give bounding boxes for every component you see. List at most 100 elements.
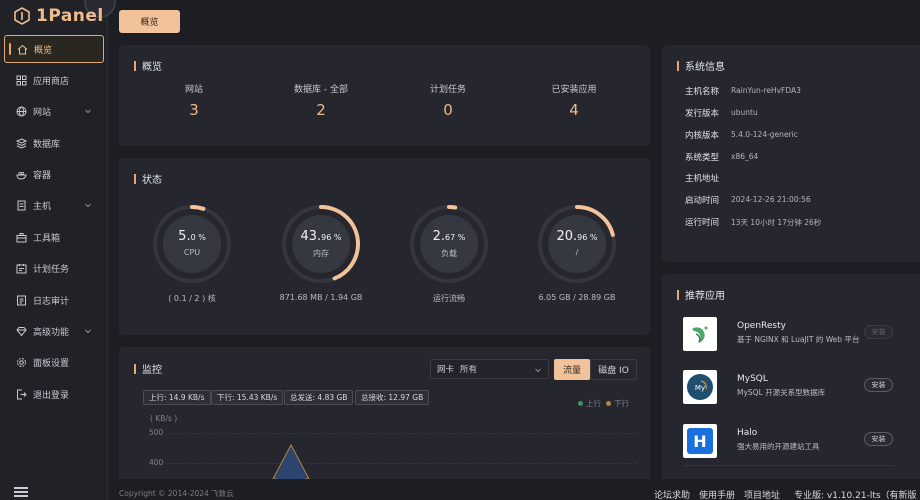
log-icon <box>16 295 27 306</box>
gauge-value: 20.96 % <box>556 229 598 244</box>
y-tick-label: 500 <box>149 428 164 437</box>
app-item-openresty: OpenResty 基于 NGINX 和 LuaJIT 的 Web 平台 安装 <box>683 317 895 357</box>
status-title: 状态 <box>134 171 162 186</box>
overview-databases[interactable]: 数据库 - 全部 2 <box>271 82 371 119</box>
legend-dot <box>606 401 611 406</box>
sidebar-item-toolbox[interactable]: 工具箱 <box>4 223 104 251</box>
download-speed-tag: 下行: 15.43 KB/s <box>211 390 284 405</box>
logo[interactable]: 1Panel <box>14 3 104 29</box>
sidebar-item-settings[interactable]: 面板设置 <box>4 349 104 377</box>
install-button[interactable]: 安装 <box>864 325 893 339</box>
sidebar-item-label: 网站 <box>33 108 52 119</box>
chevron-down-icon <box>84 201 92 209</box>
footer-link-project[interactable]: 项目地址 <box>744 488 780 500</box>
install-button[interactable]: 安装 <box>864 378 893 392</box>
sidebar-item-label: 工具箱 <box>33 233 61 244</box>
app-name: OpenResty <box>737 321 786 331</box>
gauge-value: 43.96 % <box>300 229 342 244</box>
sidebar-item-cron[interactable]: 计划任务 <box>4 255 104 283</box>
sidebar-item-label: 数据库 <box>33 139 61 150</box>
recommend-divider <box>683 465 895 466</box>
gauge-ring <box>538 205 616 283</box>
server-icon <box>16 200 27 211</box>
app-desc: MySQL 开源关系型数据库 <box>737 388 826 397</box>
sidebar-nav: 概览 应用商店 网站 数据库 容器 主机 工具箱 计划任务 日志审计 高级功能 … <box>0 35 108 412</box>
overview-cron[interactable]: 计划任务 0 <box>398 82 498 119</box>
docker-icon <box>16 169 27 180</box>
chevron-down-icon <box>84 327 92 335</box>
footer-link-docs[interactable]: 使用手册 <box>699 488 735 500</box>
sysinfo-row-arch: 系统类型 x86_64 <box>685 152 759 163</box>
sidebar-item-log-audit[interactable]: 日志审计 <box>4 286 104 314</box>
database-icon <box>16 138 27 149</box>
gauge-ring <box>153 205 231 283</box>
sysinfo-row-uptime: 运行时间 13天 10小时 17分钟 26秒 <box>685 218 822 228</box>
home-icon <box>17 44 28 55</box>
gauge-ring <box>282 205 360 283</box>
gauge-value: 2.67 % <box>432 229 466 244</box>
svg-text:My: My <box>695 384 705 392</box>
copyright-text: Copyright © 2014-2024 飞致云 <box>119 489 234 498</box>
version-text[interactable]: 专业版: v1.10.21-lts（有新版 <box>794 488 917 500</box>
app-name: MySQL <box>737 374 768 384</box>
nic-select[interactable]: 网卡 所有 <box>430 359 549 379</box>
openresty-logo-icon <box>683 317 717 351</box>
chevron-down-icon <box>84 107 92 115</box>
logout-icon <box>16 389 27 400</box>
nic-select-label: 网卡 <box>437 365 455 375</box>
load-status-text: 运行流畅 <box>433 294 465 303</box>
nic-select-value: 所有 <box>460 365 478 375</box>
sidebar-item-overview[interactable]: 概览 <box>4 35 104 63</box>
sysinfo-title: 系统信息 <box>677 58 725 73</box>
calendar-icon <box>16 263 27 274</box>
sidebar-item-app-store[interactable]: 应用商店 <box>4 66 104 94</box>
sidebar-item-label: 计划任务 <box>33 265 70 276</box>
sidebar-item-logout[interactable]: 退出登录 <box>4 380 104 408</box>
legend-upload[interactable]: 上行 <box>578 398 601 409</box>
memory-usage-text: 871.68 MB / 1.94 GB <box>279 293 363 302</box>
globe-icon <box>16 106 27 117</box>
sidebar-item-database[interactable]: 数据库 <box>4 129 104 157</box>
gauge-name: / <box>575 248 579 257</box>
legend-dot <box>578 401 583 406</box>
overview-websites[interactable]: 网站 3 <box>144 82 244 119</box>
sidebar-item-label: 概览 <box>34 45 53 56</box>
toolbox-icon <box>16 232 27 243</box>
gauge-ring <box>410 205 488 283</box>
menu-toggle-icon[interactable] <box>14 487 28 497</box>
sysinfo-row-kernel: 内核版本 5.4.0-124-generic <box>685 130 798 141</box>
y-axis-unit: ( KB/s ) <box>150 414 178 423</box>
sidebar-item-label: 应用商店 <box>33 76 70 87</box>
footer-link-forum[interactable]: 论坛求助 <box>654 488 690 500</box>
sidebar-item-host[interactable]: 主机 <box>4 192 104 220</box>
install-button[interactable]: 安装 <box>864 432 893 446</box>
sidebar-item-website[interactable]: 网站 <box>4 98 104 126</box>
overview-installed-apps[interactable]: 已安装应用 4 <box>524 82 624 119</box>
sidebar-item-label: 高级功能 <box>33 328 70 339</box>
disk-io-toggle[interactable]: 磁盘 IO <box>590 359 637 380</box>
cpu-gauge: 5.0 % CPU <box>152 204 232 284</box>
app-desc: 强大易用的开源建站工具 <box>737 442 820 451</box>
memory-gauge: 43.96 % 内存 <box>281 204 361 284</box>
sidebar-item-label: 日志审计 <box>33 296 70 307</box>
app-name: Halo <box>737 428 758 438</box>
sysinfo-row-hostname: 主机名称 RainYun-reHvFDA3 <box>685 86 801 97</box>
svg-text:H: H <box>693 432 706 451</box>
recommend-title: 推荐应用 <box>677 287 725 302</box>
sidebar-item-label: 退出登录 <box>33 390 70 401</box>
legend-download[interactable]: 下行 <box>606 398 629 409</box>
traffic-chart <box>272 443 310 479</box>
tab-overview[interactable]: 概览 <box>119 10 180 33</box>
gear-icon <box>16 357 27 368</box>
y-tick-label: 400 <box>149 458 164 467</box>
total-received-tag: 总接收: 12.97 GB <box>355 390 430 405</box>
sysinfo-row-boot-time: 启动时间 2024-12-26 21:00:56 <box>685 195 811 206</box>
sidebar-item-container[interactable]: 容器 <box>4 161 104 189</box>
sidebar-item-label: 面板设置 <box>33 359 70 370</box>
cpu-cores-text: ( 0.1 / 2 ) 核 <box>168 294 216 303</box>
sidebar: 1Panel 概览 应用商店 网站 数据库 容器 主机 工具箱 计划任务 日志审… <box>0 0 116 500</box>
sidebar-item-label: 主机 <box>33 202 52 213</box>
sidebar-item-advanced[interactable]: 高级功能 <box>4 318 104 346</box>
logo-icon <box>14 7 30 25</box>
traffic-toggle[interactable]: 流量 <box>554 359 590 380</box>
